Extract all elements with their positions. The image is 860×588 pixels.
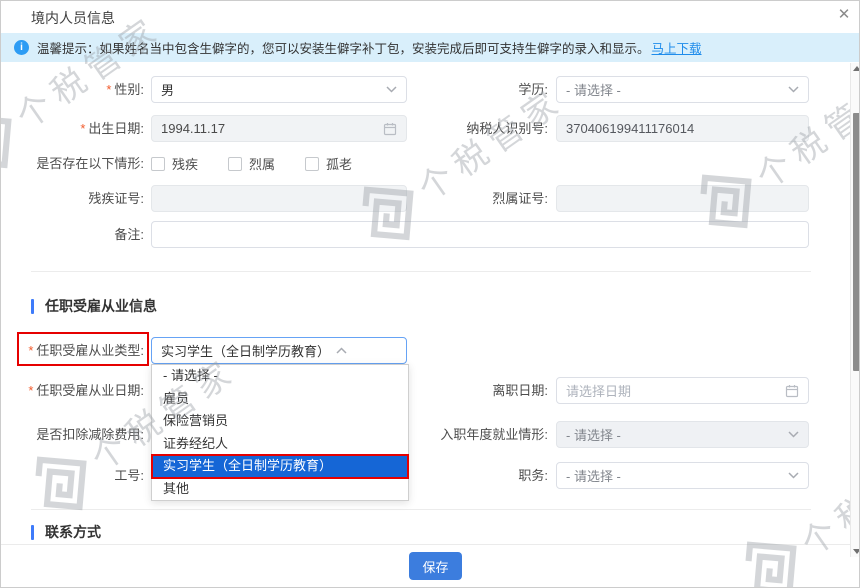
checkbox-box[interactable] <box>151 157 165 171</box>
employment-start-date-label: *任职受雇从业日期: <box>21 377 144 404</box>
tip-banner: i 温馨提示：如果姓名当中包含生僻字的，您可以安装生僻字补丁包，安装完成后即可支… <box>1 33 860 62</box>
annual-employment-select[interactable]: - 请选择 - <box>556 421 809 448</box>
gender-value: 男 <box>161 80 380 99</box>
chevron-down-icon <box>788 472 799 479</box>
gender-label: *性别: <box>21 76 144 103</box>
footer-divider <box>1 544 860 545</box>
employment-type-value: 实习学生（全日制学历教育） <box>161 341 330 360</box>
leave-date-field[interactable]: 请选择日期 <box>556 377 809 404</box>
required-mark: * <box>28 343 33 358</box>
checkbox-label: 孤老 <box>326 154 352 173</box>
remark-input[interactable] <box>151 221 809 248</box>
download-link[interactable]: 马上下载 <box>652 38 702 57</box>
chevron-down-icon <box>788 86 799 93</box>
taxpayer-id-label: 纳税人识别号: <box>421 115 548 142</box>
taxpayer-id-value: 370406199411176014 <box>566 121 799 136</box>
employment-type-label-highlight: *任职受雇从业类型: <box>17 332 149 366</box>
dropdown-option-please-select[interactable]: - 请选择 - <box>152 365 408 388</box>
martyr-cert-field <box>556 185 809 212</box>
gender-select[interactable]: 男 <box>151 76 407 103</box>
personnel-info-dialog: 境内人员信息 ✕ i 温馨提示：如果姓名当中包含生僻字的，您可以安装生僻字补丁包… <box>0 0 860 588</box>
checkbox-label: 残疾 <box>172 154 198 173</box>
annual-employment-value: - 请选择 - <box>566 425 782 444</box>
work-no-label: 工号: <box>21 462 144 489</box>
birth-date-label: *出生日期: <box>21 115 144 142</box>
education-label: 学历: <box>421 76 548 103</box>
position-value: - 请选择 - <box>566 466 782 485</box>
dropdown-option-other[interactable]: 其他 <box>152 478 408 501</box>
martyr-cert-label: 烈属证号: <box>421 185 548 212</box>
vertical-scrollbar[interactable] <box>850 63 860 557</box>
calendar-icon <box>383 122 397 136</box>
education-value: - 请选择 - <box>566 80 782 99</box>
chevron-up-icon <box>336 347 347 354</box>
calendar-icon <box>785 384 799 398</box>
divider <box>31 271 811 272</box>
birth-date-value: 1994.11.17 <box>161 121 377 136</box>
checkbox-box[interactable] <box>228 157 242 171</box>
brand-logo-icon <box>1 110 16 173</box>
employment-type-select[interactable]: 实习学生（全日制学历教育） <box>151 337 407 364</box>
dialog-title: 境内人员信息 <box>31 8 115 28</box>
checkbox-box[interactable] <box>305 157 319 171</box>
checkbox-elderly[interactable]: 孤老 <box>305 154 352 173</box>
required-mark: * <box>106 82 111 97</box>
required-mark: * <box>80 121 85 136</box>
employment-section-title: 任职受雇从业信息 <box>45 297 157 315</box>
taxpayer-id-field: 370406199411176014 <box>556 115 809 142</box>
education-select[interactable]: - 请选择 - <box>556 76 809 103</box>
position-label: 职务: <box>421 462 548 489</box>
employment-type-label: *任职受雇从业类型: <box>28 340 144 359</box>
remark-label: 备注: <box>21 221 144 248</box>
employment-type-dropdown: - 请选择 - 雇员 保险营销员 证券经纪人 实习学生（全日制学历教育） 其他 <box>151 364 409 501</box>
dropdown-option-insurance-agent[interactable]: 保险营销员 <box>152 410 408 433</box>
checkbox-label: 烈属 <box>249 154 275 173</box>
chevron-down-icon <box>788 431 799 438</box>
scrollbar-thumb[interactable] <box>853 113 860 371</box>
situations-label: 是否存在以下情形: <box>21 150 144 177</box>
required-mark: * <box>28 383 33 398</box>
checkbox-martyr[interactable]: 烈属 <box>228 154 275 173</box>
checkbox-disability[interactable]: 残疾 <box>151 154 198 173</box>
section-bar <box>31 525 34 540</box>
close-icon[interactable]: ✕ <box>833 4 855 26</box>
leave-date-placeholder: 请选择日期 <box>566 381 779 400</box>
deduction-label: 是否扣除减除费用: <box>21 421 144 448</box>
leave-date-label: 离职日期: <box>421 377 548 404</box>
situation-checkbox-group: 残疾 烈属 孤老 <box>151 150 352 177</box>
chevron-down-icon <box>386 86 397 93</box>
dropdown-option-employee[interactable]: 雇员 <box>152 388 408 411</box>
save-button[interactable]: 保存 <box>409 552 462 580</box>
watermark: 个税管家 <box>729 425 859 587</box>
scroll-up-icon[interactable] <box>853 66 860 71</box>
birth-date-field: 1994.11.17 <box>151 115 407 142</box>
contact-section-title: 联系方式 <box>45 523 101 541</box>
dropdown-option-securities-broker[interactable]: 证券经纪人 <box>152 433 408 456</box>
disability-cert-field <box>151 185 407 212</box>
section-bar <box>31 299 34 314</box>
disability-cert-label: 残疾证号: <box>21 185 144 212</box>
tip-text: 温馨提示：如果姓名当中包含生僻字的，您可以安装生僻字补丁包，安装完成后即可支持生… <box>37 38 650 57</box>
position-select[interactable]: - 请选择 - <box>556 462 809 489</box>
dropdown-option-intern-student-selected[interactable]: 实习学生（全日制学历教育） <box>152 455 408 478</box>
scroll-down-icon[interactable] <box>853 549 860 554</box>
info-icon: i <box>14 40 29 55</box>
divider <box>31 509 811 510</box>
annual-employment-label: 入职年度就业情形: <box>421 421 548 448</box>
